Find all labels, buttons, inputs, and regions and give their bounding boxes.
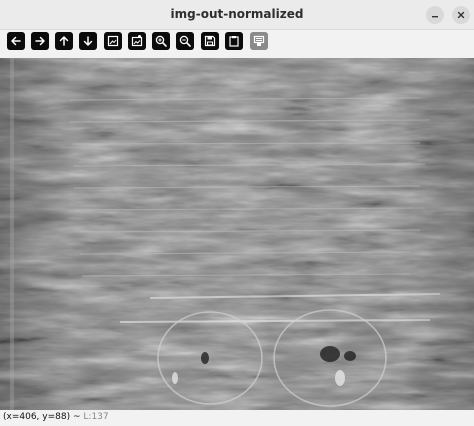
zoom-out-button[interactable]: [176, 32, 194, 50]
pixel-value: L:137: [83, 412, 109, 422]
toolbar: [0, 30, 474, 56]
save-icon: [204, 35, 216, 47]
status-text: (x=406, y=88) ~ L:137: [3, 412, 109, 422]
displayed-image: [0, 58, 474, 410]
zoom-in-button[interactable]: [152, 32, 170, 50]
arrow-down-icon: [83, 36, 93, 46]
image-viewer-window: img-out-normalized (x=406, y=88) ~ L:137: [0, 0, 474, 426]
pan-down-button[interactable]: [79, 32, 97, 50]
copy-clipboard-button[interactable]: [225, 32, 243, 50]
properties-button[interactable]: [250, 32, 268, 50]
arrow-up-icon: [59, 36, 69, 46]
status-separator: ~: [72, 412, 81, 422]
zoom-original-icon: [131, 35, 143, 47]
close-button[interactable]: [452, 6, 470, 24]
zoom-original-button[interactable]: [128, 32, 146, 50]
minimize-icon: [432, 16, 438, 18]
pan-up-button[interactable]: [55, 32, 73, 50]
image-viewport[interactable]: [0, 58, 474, 410]
cursor-coordinates: (x=406, y=88): [3, 412, 71, 422]
properties-icon: [253, 35, 265, 46]
close-icon: [457, 11, 465, 19]
zoom-in-icon: [155, 35, 167, 47]
clipboard-icon: [229, 36, 239, 47]
pan-right-button[interactable]: [31, 32, 49, 50]
save-image-button[interactable]: [201, 32, 219, 50]
zoom-fit-button[interactable]: [104, 32, 122, 50]
minimize-button[interactable]: [426, 6, 444, 24]
arrow-right-icon: [35, 36, 45, 46]
zoom-out-icon: [179, 35, 191, 47]
status-bar: (x=406, y=88) ~ L:137: [0, 410, 474, 426]
arrow-left-icon: [11, 36, 21, 46]
window-title: img-out-normalized: [170, 7, 304, 21]
title-bar[interactable]: img-out-normalized: [0, 0, 474, 30]
pan-left-button[interactable]: [7, 32, 25, 50]
zoom-fit-icon: [107, 35, 119, 47]
